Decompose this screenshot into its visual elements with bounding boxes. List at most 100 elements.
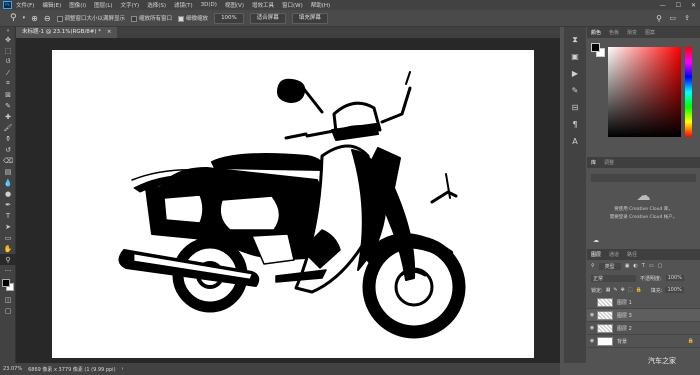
collapse-toolbar-icon[interactable]: » — [0, 27, 16, 34]
layer-row[interactable]: ◉ 图层 3 — [587, 309, 700, 322]
menu-file[interactable]: 文件(F) — [16, 1, 34, 9]
properties-panel-icon[interactable]: ▣ — [564, 48, 586, 65]
actions-panel-icon[interactable]: ▶ — [564, 65, 586, 82]
tool-preset-chevron-icon[interactable]: ▾ — [23, 15, 26, 21]
filter-type-icon[interactable]: T — [642, 263, 645, 269]
lock-all-icon[interactable]: 🔒 — [636, 287, 642, 293]
healing-brush-tool-icon[interactable]: ✚ — [0, 111, 16, 122]
layer-filter-type-select[interactable]: 类型 — [598, 262, 621, 270]
maximize-button[interactable]: ☐ — [676, 2, 681, 9]
zoom-tool-icon[interactable]: ⚲ — [0, 254, 16, 265]
eye-icon[interactable]: ◉ — [587, 338, 597, 344]
gradient-tool-icon[interactable]: ▤ — [0, 166, 16, 177]
status-zoom[interactable]: 23.07% — [3, 366, 22, 372]
color-swatches[interactable] — [0, 278, 16, 294]
brush-tool-icon[interactable]: 🖌 — [0, 122, 16, 133]
dodge-tool-icon[interactable]: ● — [0, 188, 16, 199]
tab-libraries[interactable]: 库 — [591, 159, 596, 166]
character-panel-icon[interactable]: A — [564, 133, 586, 150]
more-tools-icon[interactable]: ··· — [0, 265, 16, 276]
adjust-panel-icon[interactable]: ⊟ — [564, 99, 586, 116]
clone-stamp-tool-icon[interactable]: ⚱ — [0, 133, 16, 144]
zoom-all-checkbox[interactable] — [131, 15, 138, 22]
tab-color[interactable]: 颜色 — [591, 29, 601, 36]
filter-pixel-icon[interactable]: ▣ — [625, 263, 630, 269]
minimize-button[interactable]: — — [660, 2, 666, 9]
tab-paths[interactable]: 路径 — [627, 251, 637, 258]
scrubby-zoom-checkbox-wrap[interactable]: 细微缩放 — [178, 14, 208, 22]
history-panel-icon[interactable]: ⧗ — [564, 31, 586, 48]
screen-mode-icon[interactable]: ▢ — [0, 305, 16, 316]
rectangle-tool-icon[interactable]: ▭ — [0, 232, 16, 243]
lasso-tool-icon[interactable]: ଓ — [0, 56, 16, 67]
pen-tool-icon[interactable]: ✒ — [0, 199, 16, 210]
color-picker-field[interactable] — [608, 47, 681, 137]
scrubby-zoom-checkbox[interactable] — [178, 15, 185, 22]
type-tool-icon[interactable]: T — [0, 210, 16, 221]
zoom-tool-icon[interactable]: ⚲ — [10, 13, 17, 23]
document-tab[interactable]: 未标题-1 @ 23.1%(RGB/8#) * × — [16, 27, 118, 38]
menu-view[interactable]: 视图(V) — [225, 1, 244, 9]
quick-mask-icon[interactable]: ◫ — [0, 294, 16, 305]
lock-artboard-icon[interactable]: ⬚ — [628, 287, 633, 293]
magic-wand-tool-icon[interactable]: ⁄ — [0, 67, 16, 78]
filter-adjustment-icon[interactable]: ◐ — [633, 263, 637, 269]
photoshop-logo-icon[interactable]: Ps — [3, 1, 12, 9]
menu-select[interactable]: 选择(S) — [147, 1, 166, 9]
layer-row[interactable]: 图层 1 — [587, 296, 700, 309]
share-icon[interactable]: ⇪ — [684, 14, 690, 22]
fg-swatch-small[interactable] — [591, 43, 600, 52]
path-selection-tool-icon[interactable]: ➤ — [0, 221, 16, 232]
marquee-tool-icon[interactable]: ⬚ — [0, 45, 16, 56]
resize-windows-checkbox-wrap[interactable]: 调整窗口大小以满屏显示 — [56, 14, 125, 22]
brush-settings-panel-icon[interactable]: ✎ — [564, 82, 586, 99]
foreground-color-swatch[interactable] — [2, 279, 10, 287]
layer-row[interactable]: ◉ 图层 2 — [587, 322, 700, 335]
workspace-icon[interactable]: ▭ — [669, 14, 676, 22]
menu-3d[interactable]: 3D(D) — [201, 2, 217, 8]
menu-help[interactable]: 帮助(H) — [311, 1, 330, 9]
menu-filter[interactable]: 滤镜(T) — [174, 1, 193, 9]
zoom-100-button[interactable]: 100% — [214, 12, 244, 24]
tab-patterns[interactable]: 图案 — [645, 29, 655, 36]
menu-plugins[interactable]: 增效工具 — [252, 1, 274, 9]
tab-gradients[interactable]: 渐变 — [627, 29, 637, 36]
zoom-out-icon[interactable]: ⊖ — [44, 14, 51, 23]
crop-tool-icon[interactable]: ⌗ — [0, 78, 16, 89]
menu-type[interactable]: 文字(Y) — [121, 1, 140, 9]
status-menu-chevron-icon[interactable]: › — [122, 366, 124, 372]
document-canvas[interactable] — [52, 50, 534, 358]
menu-image[interactable]: 图像(I) — [69, 1, 86, 9]
tab-channels[interactable]: 通道 — [609, 251, 619, 258]
fill-value[interactable]: 100% — [665, 287, 684, 293]
eyedropper-tool-icon[interactable]: ✎ — [0, 100, 16, 111]
tab-layers[interactable]: 图层 — [591, 251, 601, 258]
filter-shape-icon[interactable]: ▭ — [649, 263, 654, 269]
eye-icon[interactable]: ◉ — [587, 325, 597, 331]
lock-pixels-icon[interactable]: ▦ — [606, 287, 611, 293]
menu-edit[interactable]: 编辑(E) — [42, 1, 61, 9]
paragraph-panel-icon[interactable]: ¶ — [564, 116, 586, 133]
canvas-area[interactable] — [16, 38, 560, 363]
filter-smart-icon[interactable]: ▢ — [658, 263, 663, 269]
lock-paint-icon[interactable]: ✎ — [613, 287, 617, 293]
lock-position-icon[interactable]: ✥ — [621, 287, 625, 293]
zoom-in-icon[interactable]: ⊕ — [31, 14, 38, 23]
hand-tool-icon[interactable]: ✋ — [0, 243, 16, 254]
frame-tool-icon[interactable]: ⊠ — [0, 89, 16, 100]
move-tool-icon[interactable]: ✥ — [0, 34, 16, 45]
menu-window[interactable]: 窗口(W) — [282, 1, 303, 9]
blur-tool-icon[interactable]: 💧 — [0, 177, 16, 188]
cloud-sync-icon[interactable]: ☁ — [593, 237, 599, 244]
blend-mode-select[interactable]: 正常 — [591, 274, 636, 282]
eye-icon[interactable]: ◉ — [587, 312, 597, 318]
fit-screen-button[interactable]: 适合屏幕 — [249, 12, 286, 24]
tab-swatches[interactable]: 色板 — [609, 29, 619, 36]
resize-windows-checkbox[interactable] — [56, 15, 63, 22]
close-window-button[interactable]: ✕ — [691, 2, 696, 9]
layer-row[interactable]: ◉ 背景 🔒 — [587, 335, 700, 348]
eraser-tool-icon[interactable]: ⌫ — [0, 155, 16, 166]
opacity-value[interactable]: 100% — [665, 275, 684, 281]
library-search-field[interactable] — [591, 174, 696, 182]
tab-adjustments[interactable]: 调整 — [604, 159, 614, 166]
